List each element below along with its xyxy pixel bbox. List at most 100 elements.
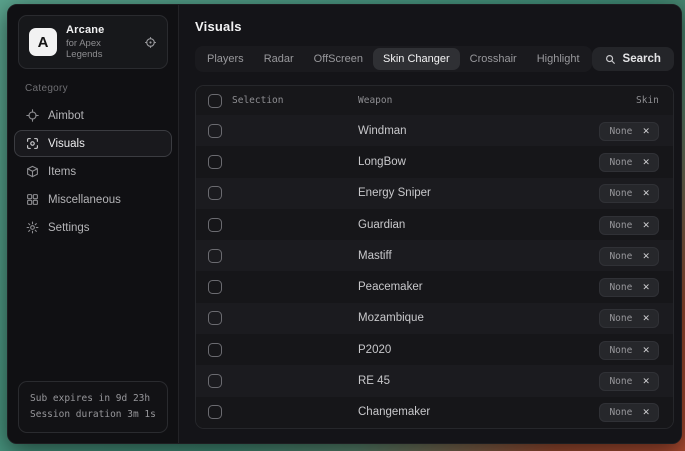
weapon-name: Energy Sniper [346, 187, 573, 199]
clear-skin-icon[interactable]: ✕ [642, 408, 650, 417]
toolbar: PlayersRadarOffScreenSkin ChangerCrossha… [195, 46, 674, 72]
skin-select-button[interactable]: None ✕ [599, 403, 658, 422]
row-checkbox[interactable] [208, 155, 222, 169]
skin-select-button[interactable]: None ✕ [599, 247, 658, 266]
skin-value: None [609, 376, 632, 387]
clear-skin-icon[interactable]: ✕ [642, 314, 650, 323]
skin-value: None [609, 157, 632, 168]
clear-skin-icon[interactable]: ✕ [642, 283, 650, 292]
skin-value: None [609, 313, 632, 324]
tab-players[interactable]: Players [197, 48, 254, 70]
selection-column-header: Selection [232, 95, 283, 106]
table-body: Windman None ✕ LongBow None ✕ Energy Sniper Non… [196, 115, 673, 428]
skin-value: None [609, 407, 632, 418]
table-row-energy-sniper: Energy Sniper None ✕ [196, 178, 673, 209]
table-row-longbow: LongBow None ✕ [196, 146, 673, 177]
session-duration-text: Session duration 3m 1s [30, 407, 156, 423]
main-panel: Visuals PlayersRadarOffScreenSkin Change… [178, 5, 682, 443]
tab-offscreen[interactable]: OffScreen [304, 48, 373, 70]
subscription-info: Sub expires in 9d 23h Session duration 3… [18, 381, 168, 433]
clear-skin-icon[interactable]: ✕ [642, 252, 650, 261]
table-row-re-45: RE 45None✕ [196, 365, 673, 396]
skin-value: None [609, 282, 632, 293]
clear-skin-icon[interactable]: ✕ [642, 221, 650, 230]
weapon-name: P2020 [346, 344, 573, 356]
sidebar-item-settings[interactable]: Settings [14, 214, 172, 241]
sidebar-item-visuals[interactable]: Visuals [14, 130, 172, 157]
skin-value: None [609, 188, 632, 199]
sidebar-item-aimbot[interactable]: Aimbot [14, 102, 172, 129]
weapon-name: Windman [346, 125, 573, 137]
app-logo: A [29, 28, 57, 56]
row-checkbox[interactable] [208, 186, 222, 200]
sidebar: A Arcane for Apex Legends Category Aimbo… [8, 5, 178, 443]
brand-card: A Arcane for Apex Legends [18, 15, 168, 69]
skin-value: None [609, 251, 632, 262]
app-title: Arcane [66, 24, 135, 36]
row-checkbox[interactable] [208, 311, 222, 325]
table-row-changemaker: Changemaker None ✕ [196, 397, 673, 428]
weapon-name: Mozambique [346, 312, 573, 324]
clear-skin-icon[interactable]: ✕ [642, 158, 650, 167]
sidebar-item-miscellaneous[interactable]: Miscellaneous [14, 186, 172, 213]
eye-scan-icon [26, 137, 39, 150]
sidebar-item-label: Miscellaneous [48, 194, 121, 206]
sidebar-item-label: Aimbot [48, 110, 84, 122]
tab-highlight[interactable]: Highlight [527, 48, 590, 70]
search-button[interactable]: Search [592, 47, 674, 71]
sub-expires-text: Sub expires in 9d 23h [30, 391, 156, 407]
clear-skin-icon[interactable]: ✕ [642, 346, 650, 355]
grid-icon [26, 193, 39, 206]
weapon-name: Changemaker [346, 406, 573, 418]
skin-select-button[interactable]: None ✕ [599, 184, 658, 203]
table-row-mastiff: MastiffNone✕ [196, 240, 673, 271]
skin-select-button[interactable]: None ✕ [599, 341, 658, 360]
table-row-guardian: Guardian None ✕ [196, 209, 673, 240]
crosshair-icon [26, 109, 39, 122]
skin-select-button[interactable]: None ✕ [599, 278, 658, 297]
target-icon[interactable] [144, 36, 157, 49]
page-title: Visuals [195, 19, 674, 34]
weapon-column-header: Weapon [346, 95, 573, 106]
tab-skin-changer[interactable]: Skin Changer [373, 48, 460, 70]
select-all-checkbox[interactable] [208, 94, 222, 108]
row-checkbox[interactable] [208, 124, 222, 138]
clear-skin-icon[interactable]: ✕ [642, 377, 650, 386]
app-window: A Arcane for Apex Legends Category Aimbo… [7, 4, 682, 444]
skin-select-button[interactable]: None ✕ [599, 122, 658, 141]
row-checkbox[interactable] [208, 280, 222, 294]
skin-table: Selection Weapon Skin WindmanNone✕LongBo… [195, 85, 674, 429]
skin-select-button[interactable]: None ✕ [599, 216, 658, 235]
table-header-row: Selection Weapon Skin [196, 86, 673, 115]
weapon-name: LongBow [346, 156, 573, 168]
weapon-name: Guardian [346, 219, 573, 231]
clear-skin-icon[interactable]: ✕ [642, 127, 650, 136]
row-checkbox[interactable] [208, 405, 222, 419]
sidebar-item-label: Visuals [48, 138, 85, 150]
skin-column-header: Skin [573, 95, 673, 106]
tab-radar[interactable]: Radar [254, 48, 304, 70]
skin-select-button[interactable]: None ✕ [599, 309, 658, 328]
gear-icon [26, 221, 39, 234]
row-checkbox[interactable] [208, 343, 222, 357]
skin-select-button[interactable]: None ✕ [599, 372, 658, 391]
skin-select-button[interactable]: None ✕ [599, 153, 658, 172]
table-row-peacemaker: Peacemaker None ✕ [196, 271, 673, 302]
sidebar-nav: Aimbot Visuals Items Miscellaneous Settings [8, 102, 178, 241]
row-checkbox[interactable] [208, 218, 222, 232]
skin-value: None [609, 345, 632, 356]
search-icon [605, 54, 616, 65]
search-button-label: Search [623, 53, 661, 65]
row-checkbox[interactable] [208, 374, 222, 388]
tab-crosshair[interactable]: Crosshair [460, 48, 527, 70]
clear-skin-icon[interactable]: ✕ [642, 189, 650, 198]
row-checkbox[interactable] [208, 249, 222, 263]
table-row-mozambique: Mozambique None ✕ [196, 303, 673, 334]
cube-icon [26, 165, 39, 178]
skin-value: None [609, 220, 632, 231]
table-row-windman: Windman None ✕ [196, 115, 673, 146]
app-subtitle: for Apex Legends [66, 38, 135, 60]
weapon-name: Peacemaker [346, 281, 573, 293]
skin-value: None [609, 126, 632, 137]
sidebar-item-items[interactable]: Items [14, 158, 172, 185]
